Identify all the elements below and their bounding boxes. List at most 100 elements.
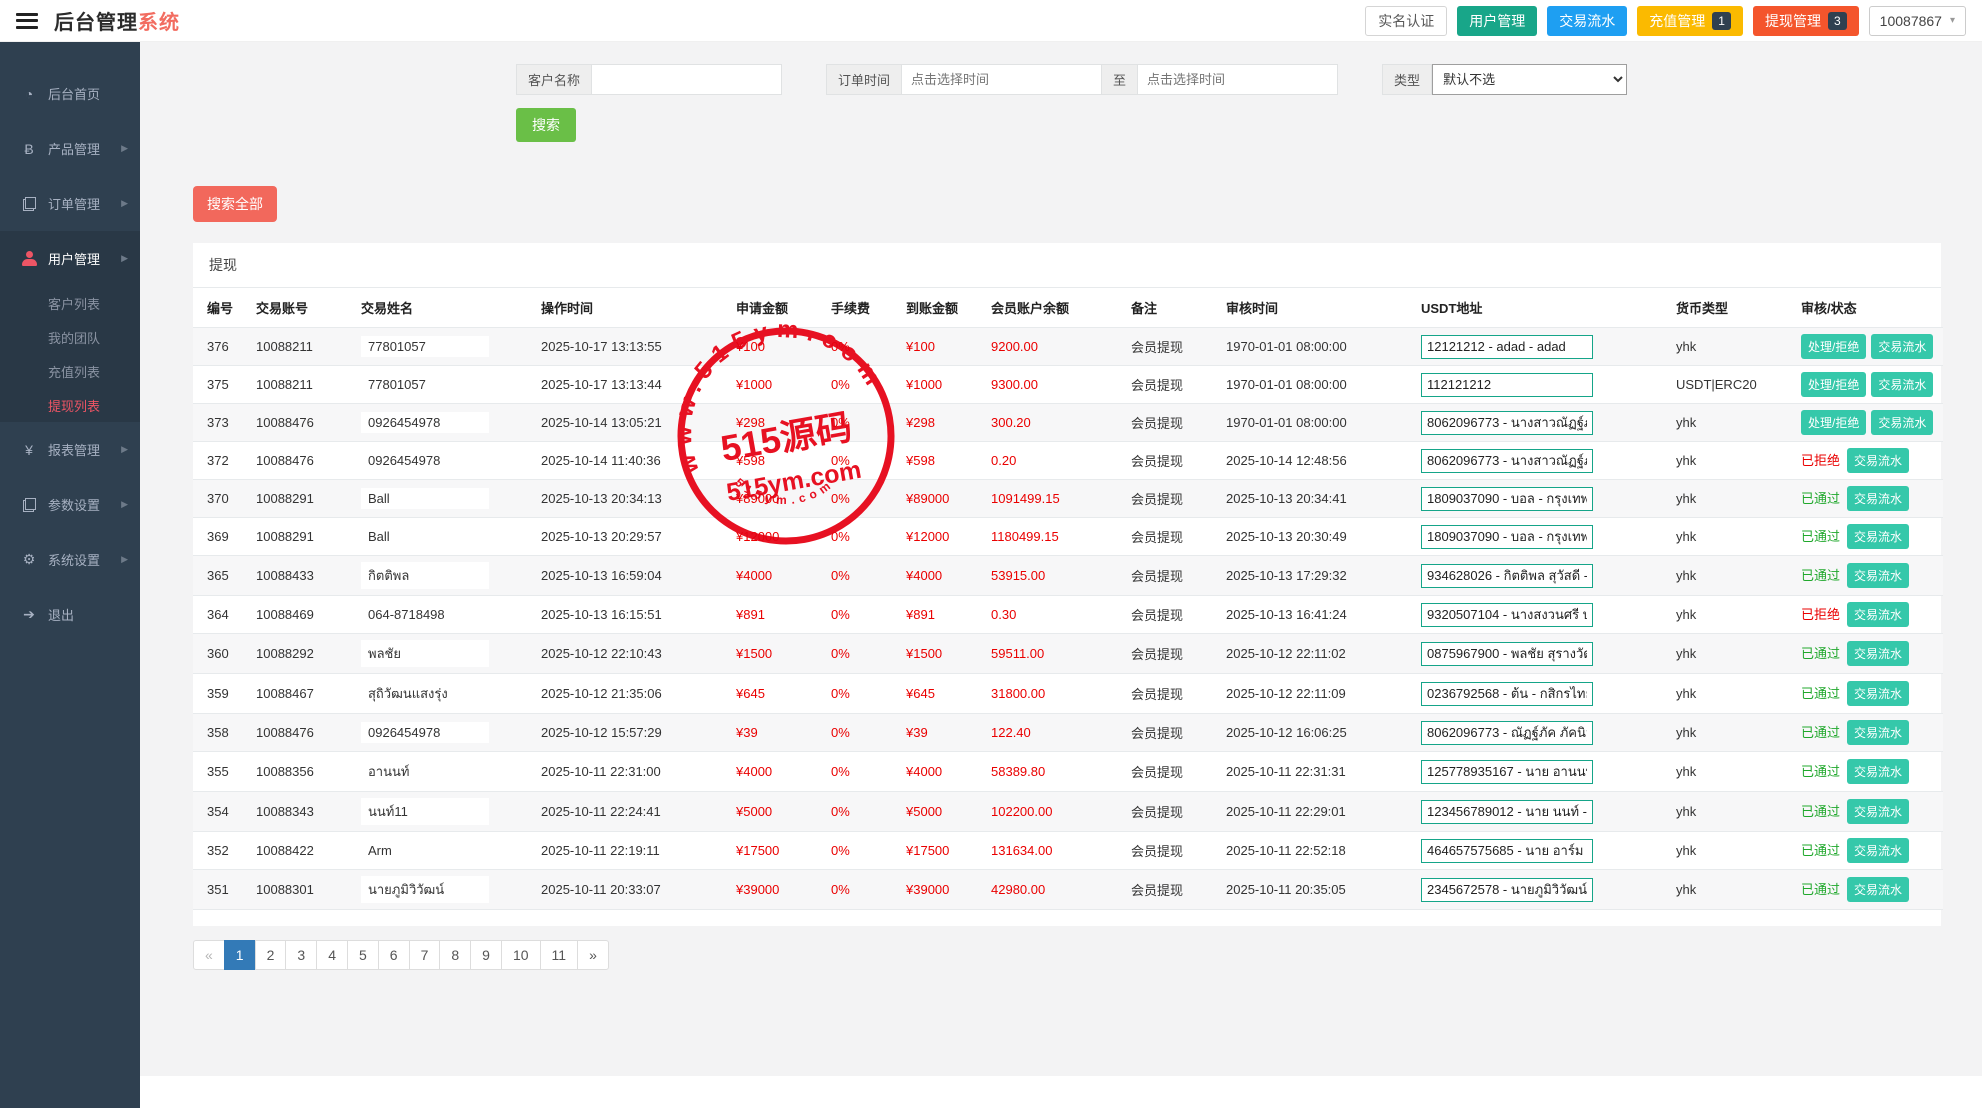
sidebar-item-orders[interactable]: 订单管理▶ [0,176,140,231]
trade-flow-button[interactable]: 交易流水 [1847,838,1909,863]
cell-amount: ¥598 [728,442,823,480]
topbar-button-realname[interactable]: 实名认证 [1365,6,1447,36]
sidebar-item-logout[interactable]: ➔退出 [0,587,140,642]
time-to-input[interactable] [1138,64,1338,95]
trade-flow-button[interactable]: 交易流水 [1847,563,1909,588]
sidebar-subitem-customer-list[interactable]: 客户列表 [0,286,140,320]
trade-flow-button[interactable]: 交易流水 [1847,486,1909,511]
pagination-page-10[interactable]: 10 [501,940,541,970]
topbar-button-user-manage[interactable]: 用户管理 [1457,6,1537,36]
sidebar-subitem-my-team[interactable]: 我的团队 [0,320,140,354]
sidebar-item-params[interactable]: 参数设置▶ [0,477,140,532]
trade-flow-button[interactable]: 交易流水 [1847,759,1909,784]
customer-name-input[interactable] [592,64,782,95]
usdt-address-input[interactable] [1421,487,1593,511]
type-select[interactable]: 默认不选 [1432,64,1627,95]
cell-id: 364 [193,596,248,634]
notification-badge: 1 [1712,12,1731,30]
pagination-next[interactable]: » [577,940,609,970]
pagination-page-2[interactable]: 2 [255,940,287,970]
cell-audit-time: 1970-01-01 08:00:00 [1218,328,1413,366]
usdt-address-input[interactable] [1421,760,1593,784]
search-button[interactable]: 搜索 [516,108,576,142]
process-reject-button[interactable]: 处理/拒绝 [1801,334,1866,359]
cell-account: 10088343 [248,792,353,832]
trade-flow-button[interactable]: 交易流水 [1847,641,1909,666]
usdt-address-input[interactable] [1421,564,1593,588]
trade-flow-button[interactable]: 交易流水 [1871,372,1933,397]
status-approved: 已通过 [1801,725,1840,740]
cell-remark: 会员提现 [1123,792,1218,832]
cell-balance: 58389.80 [983,752,1123,792]
trade-flow-button[interactable]: 交易流水 [1847,524,1909,549]
pagination-page-3[interactable]: 3 [285,940,317,970]
topbar-button-recharge-manage[interactable]: 充值管理1 [1637,6,1743,36]
hamburger-menu-icon[interactable] [16,13,38,29]
cell-balance: 122.40 [983,714,1123,752]
trade-flow-button[interactable]: 交易流水 [1847,799,1909,824]
user-dropdown[interactable]: 10087867 ▾ [1869,6,1966,36]
sidebar-item-products[interactable]: Ƀ产品管理▶ [0,121,140,176]
sidebar-item-label: 后台首页 [48,84,100,103]
trade-flow-button[interactable]: 交易流水 [1847,877,1909,902]
cell-account: 10088301 [248,870,353,910]
usdt-address-input[interactable] [1421,839,1593,863]
sidebar-subitem-recharge-list[interactable]: 充值列表 [0,354,140,388]
pagination-page-9[interactable]: 9 [470,940,502,970]
cell-name: พลชัย [353,634,533,674]
usdt-address-input[interactable] [1421,721,1593,745]
cell-balance: 59511.00 [983,634,1123,674]
trade-flow-button[interactable]: 交易流水 [1847,681,1909,706]
usdt-address-input[interactable] [1421,411,1593,435]
cell-audit-time: 2025-10-11 22:29:01 [1218,792,1413,832]
sidebar-item-reports[interactable]: ¥报表管理▶ [0,422,140,477]
usdt-address-input[interactable] [1421,878,1593,902]
cell-op-time: 2025-10-17 13:13:44 [533,366,728,404]
pagination-page-11[interactable]: 11 [540,940,579,970]
trade-flow-button[interactable]: 交易流水 [1871,334,1933,359]
trade-flow-button[interactable]: 交易流水 [1847,448,1909,473]
pagination-page-1[interactable]: 1 [224,940,256,970]
usdt-address-input[interactable] [1421,373,1593,397]
trade-flow-button[interactable]: 交易流水 [1871,410,1933,435]
trade-flow-button[interactable]: 交易流水 [1847,720,1909,745]
pagination-page-6[interactable]: 6 [378,940,410,970]
topbar-button-withdraw-manage[interactable]: 提现管理3 [1753,6,1859,36]
sidebar-subitem-withdraw-list[interactable]: 提现列表 [0,388,140,422]
cell-received: ¥4000 [898,752,983,792]
usdt-address-input[interactable] [1421,525,1593,549]
process-reject-button[interactable]: 处理/拒绝 [1801,372,1866,397]
time-from-input[interactable] [902,64,1102,95]
pagination-page-5[interactable]: 5 [347,940,379,970]
trade-flow-button[interactable]: 交易流水 [1847,602,1909,627]
usdt-address-input[interactable] [1421,642,1593,666]
main-content: 客户名称 订单时间 至 类型 默认不选 搜索 搜索全部 提现 [140,42,1982,1076]
topbar-button-trade-flow[interactable]: 交易流水 [1547,6,1627,36]
pagination-prev[interactable]: « [193,940,225,970]
status-approved: 已通过 [1801,843,1840,858]
usdt-address-input[interactable] [1421,335,1593,359]
user-icon [18,251,40,266]
process-reject-button[interactable]: 处理/拒绝 [1801,410,1866,435]
usdt-address-input[interactable] [1421,682,1593,706]
pagination-page-8[interactable]: 8 [439,940,471,970]
usdt-address-input[interactable] [1421,603,1593,627]
cell-op-time: 2025-10-13 16:59:04 [533,556,728,596]
sidebar-item-system[interactable]: ⚙系统设置▶ [0,532,140,587]
cell-received: ¥89000 [898,480,983,518]
search-all-button[interactable]: 搜索全部 [193,186,277,222]
cell-received: ¥298 [898,404,983,442]
cell-account: 10088433 [248,556,353,596]
pagination-page-7[interactable]: 7 [409,940,441,970]
sidebar-item-users[interactable]: 用户管理▶ [0,231,140,286]
sidebar-item-home[interactable]: ◔后台首页 [0,66,140,121]
usdt-address-input[interactable] [1421,449,1593,473]
table-row: 37510088211778010572025-10-17 13:13:44¥1… [193,366,1943,404]
usdt-address-input[interactable] [1421,800,1593,824]
cell-balance: 9200.00 [983,328,1123,366]
cell-remark: 会员提现 [1123,480,1218,518]
cell-fee: 0% [823,404,898,442]
cell-fee: 0% [823,752,898,792]
pagination-page-4[interactable]: 4 [316,940,348,970]
column-header: 备注 [1123,288,1218,328]
